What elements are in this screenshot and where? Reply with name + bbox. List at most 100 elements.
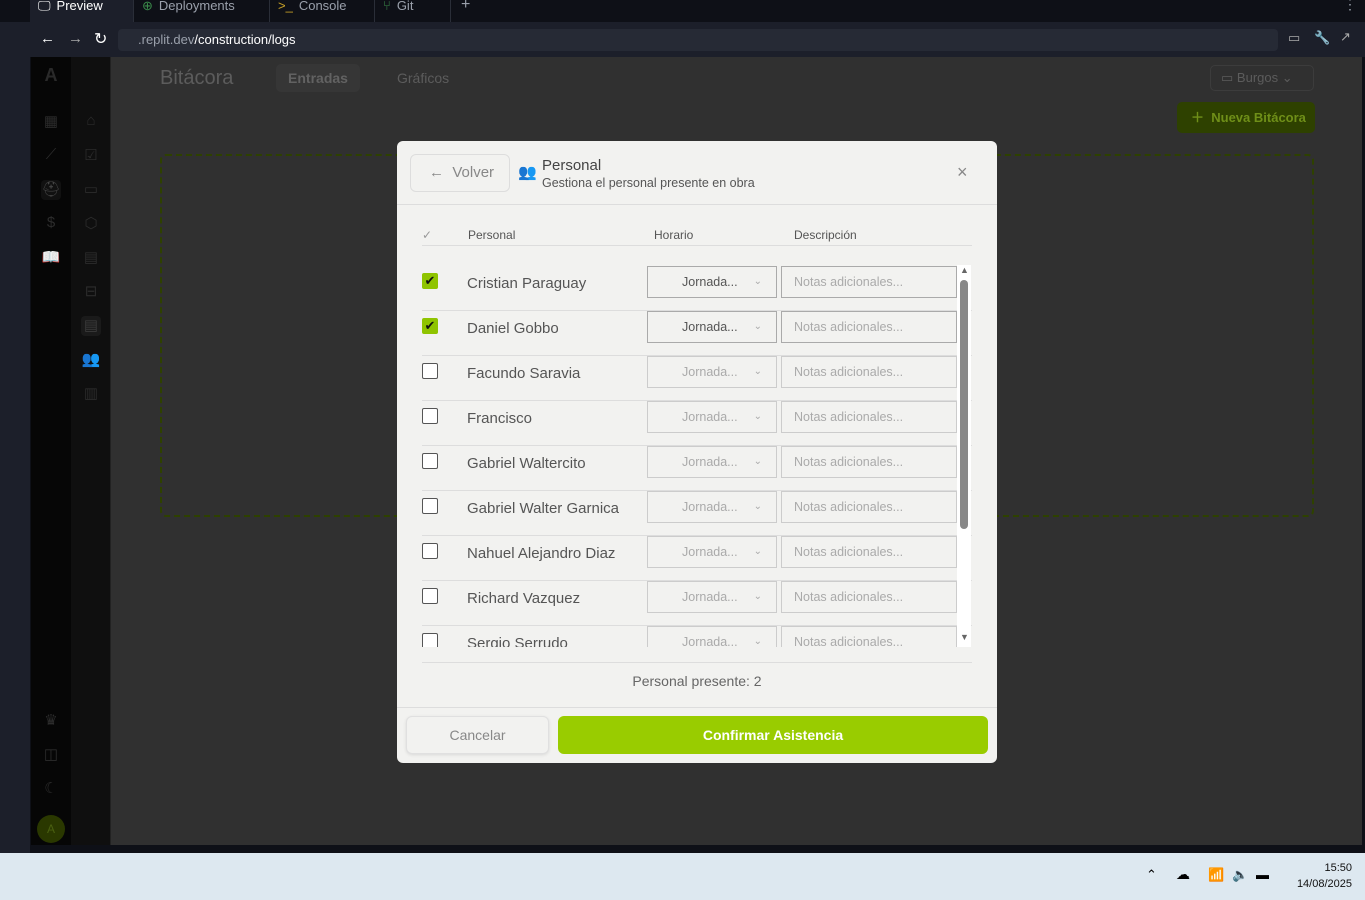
notes-input[interactable]: Notas adicionales... — [781, 581, 957, 613]
chart-icon[interactable]: ▥ — [81, 384, 101, 404]
new-log-button[interactable]: ＋ Nueva Bitácora — [1177, 102, 1315, 133]
schedule-select[interactable]: Jornada... ⌄ — [647, 491, 777, 523]
attendance-checkbox[interactable] — [422, 453, 438, 469]
attendance-checkbox[interactable] — [422, 408, 438, 424]
clock-date[interactable]: 14/08/2025 — [1280, 878, 1352, 890]
attendance-checkbox[interactable]: ✔ — [422, 273, 438, 289]
moon-icon[interactable]: ☾ — [41, 779, 61, 799]
chevron-down-icon: ⌄ — [753, 366, 762, 377]
chevron-down-icon: ⌄ — [753, 276, 762, 287]
calendar-icon[interactable]: ▭ — [81, 180, 101, 200]
divider — [422, 662, 972, 663]
schedule-select[interactable]: Jornada... ⌄ — [647, 311, 777, 343]
wifi-icon[interactable]: 📶 — [1208, 867, 1224, 883]
attendance-checkbox[interactable] — [422, 498, 438, 514]
notes-input[interactable]: Notas adicionales... — [781, 446, 957, 478]
scroll-up-icon[interactable]: ▲ — [960, 265, 969, 275]
scrollbar-thumb[interactable] — [960, 280, 968, 529]
present-count: Personal presente: 2 — [632, 673, 762, 689]
book-icon[interactable]: 📖 — [41, 248, 61, 268]
schedule-select[interactable]: Jornada... ⌄ — [647, 581, 777, 613]
avatar[interactable]: A — [37, 815, 65, 843]
users-icon[interactable]: 👥 — [81, 350, 101, 370]
back-icon[interactable]: ← — [40, 30, 55, 47]
home-icon[interactable]: ⌂ — [81, 112, 101, 132]
notes-input[interactable]: Notas adicionales... — [781, 266, 957, 298]
devices-icon[interactable]: ▭ — [1288, 30, 1300, 46]
tab-deployments[interactable]: ⊕ Deployments — [134, 0, 270, 22]
document-icon[interactable]: ▤ — [81, 316, 101, 336]
address-bar-row: ← → ↻ .replit.dev/construction/logs ▭ 🔧 … — [30, 22, 1365, 57]
personal-list: ✔ Cristian Paraguay Jornada... ⌄ Notas ad… — [397, 266, 997, 647]
battery-icon[interactable]: ▬ — [1256, 867, 1269, 882]
attendance-checkbox[interactable]: ✔ — [422, 318, 438, 334]
checkbox-icon[interactable]: ☑ — [81, 146, 101, 166]
panel-icon[interactable]: ◫ — [41, 745, 61, 765]
tab-git[interactable]: ⑂ Git — [375, 0, 451, 22]
schedule-value: Jornada... — [682, 455, 738, 469]
calculator-icon[interactable]: ▤ — [81, 248, 101, 268]
forward-icon[interactable]: → — [68, 30, 83, 47]
attendance-checkbox[interactable] — [422, 588, 438, 604]
schedule-select[interactable]: Jornada... ⌄ — [647, 446, 777, 478]
briefcase-icon[interactable]: ⊟ — [81, 282, 101, 302]
monitor-icon: 🖵 — [38, 0, 51, 13]
chevron-up-icon[interactable]: ⌃ — [1146, 867, 1157, 883]
globe-icon: ⊕ — [142, 0, 153, 13]
tab-entradas[interactable]: Entradas — [276, 64, 360, 92]
page-title: Bitácora — [160, 67, 234, 89]
schedule-select[interactable]: Jornada... ⌄ — [647, 356, 777, 388]
plus-icon: ＋ — [1191, 110, 1205, 125]
dollar-icon[interactable]: $ — [41, 214, 61, 234]
personal-row: Richard Vazquez Jornada... ⌄ Notas adicio… — [422, 581, 972, 626]
attendance-checkbox[interactable] — [422, 633, 438, 647]
url-input[interactable]: .replit.dev/construction/logs — [118, 29, 1278, 51]
tab-graficos[interactable]: Gráficos — [397, 70, 449, 86]
tab-preview[interactable]: 🖵 Preview — [30, 0, 134, 22]
back-button[interactable]: ← Volver — [410, 154, 510, 192]
side-panel — [0, 22, 30, 853]
schedule-select[interactable]: Jornada... ⌄ — [647, 266, 777, 298]
schedule-select[interactable]: Jornada... ⌄ — [647, 536, 777, 568]
brush-icon[interactable]: ⟋ — [41, 146, 61, 166]
clock-time[interactable]: 15:50 — [1300, 862, 1352, 874]
cloud-icon[interactable]: ☁ — [1176, 866, 1190, 883]
project-name: Burgos — [1236, 70, 1279, 85]
confirm-attendance-button[interactable]: Confirmar Asistencia — [558, 716, 988, 754]
scrollbar[interactable]: ▲ ▼ — [957, 265, 971, 647]
chevron-down-icon: ⌄ — [753, 636, 762, 647]
new-tab-button[interactable]: + — [461, 0, 470, 14]
more-icon[interactable]: ⋮ — [1343, 0, 1357, 13]
notes-input[interactable]: Notas adicionales... — [781, 356, 957, 388]
notes-input[interactable]: Notas adicionales... — [781, 311, 957, 343]
scroll-down-icon[interactable]: ▼ — [960, 632, 969, 642]
notes-input[interactable]: Notas adicionales... — [781, 626, 957, 647]
crown-icon[interactable]: ♛ — [41, 711, 61, 731]
person-name: Francisco — [467, 410, 533, 427]
schedule-value: Jornada... — [682, 275, 738, 289]
box-icon[interactable]: ⬡ — [81, 214, 101, 234]
app-logo: A — [44, 65, 58, 85]
schedule-select[interactable]: Jornada... ⌄ — [647, 401, 777, 433]
reload-icon[interactable]: ↻ — [94, 29, 107, 49]
attendance-checkbox[interactable] — [422, 363, 438, 379]
schedule-select[interactable]: Jornada... ⌄ — [647, 626, 777, 647]
volume-icon[interactable]: 🔈 — [1232, 867, 1248, 883]
cancel-button[interactable]: Cancelar — [406, 716, 549, 754]
schedule-value: Jornada... — [682, 500, 738, 514]
tab-console[interactable]: >_ Console — [270, 0, 375, 22]
divider — [397, 707, 997, 708]
building-icon[interactable]: ▦ — [41, 112, 61, 132]
git-icon: ⑂ — [383, 0, 391, 13]
notes-input[interactable]: Notas adicionales... — [781, 491, 957, 523]
project-select[interactable]: ▭ Burgos ⌄ — [1210, 65, 1314, 91]
external-link-icon[interactable]: ↗ — [1340, 29, 1351, 45]
hardhat-icon[interactable]: ⛑ — [41, 180, 61, 200]
person-name: Gabriel Walter Garnica — [467, 500, 619, 517]
notes-input[interactable]: Notas adicionales... — [781, 536, 957, 568]
attendance-checkbox[interactable] — [422, 543, 438, 559]
new-log-label: Nueva Bitácora — [1211, 110, 1306, 125]
notes-input[interactable]: Notas adicionales... — [781, 401, 957, 433]
close-icon[interactable]: × — [957, 162, 968, 183]
wrench-icon[interactable]: 🔧 — [1314, 30, 1330, 46]
